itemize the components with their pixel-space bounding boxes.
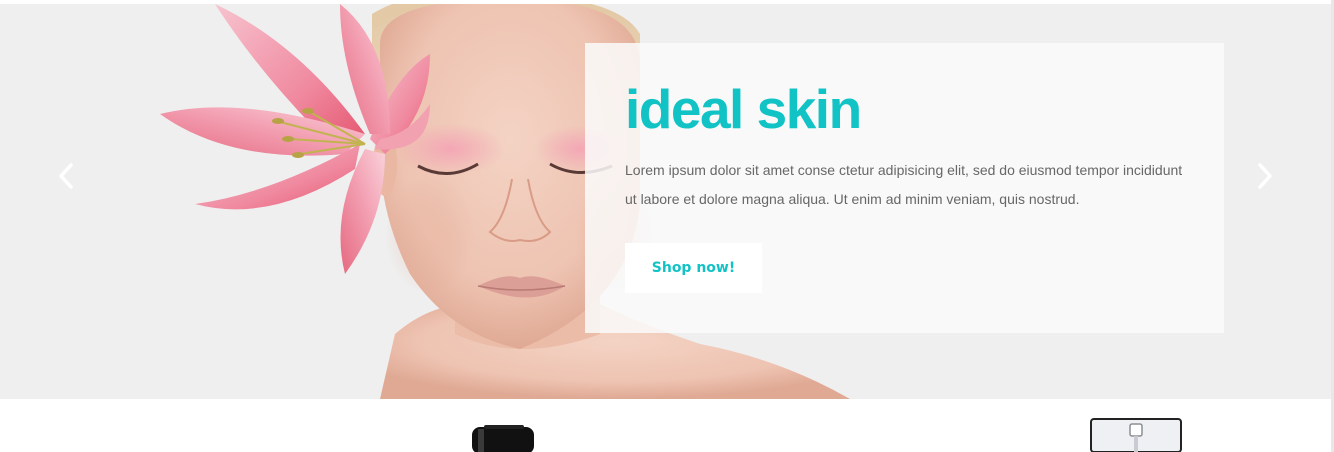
product-image[interactable]: [1090, 418, 1182, 452]
slide-description: Lorem ipsum dolor sit amet conse ctetur …: [625, 162, 1183, 207]
product-image[interactable]: [470, 425, 536, 452]
slide-caption: ideal skin Lorem ipsum dolor sit amet co…: [585, 43, 1224, 333]
hero-slider: ideal skin Lorem ipsum dolor sit amet co…: [0, 4, 1334, 399]
slide-title: ideal skin: [625, 78, 862, 140]
chevron-right-icon: [1258, 163, 1272, 189]
shop-now-button[interactable]: Shop now!: [625, 243, 762, 293]
page: ideal skin Lorem ipsum dolor sit amet co…: [0, 0, 1334, 452]
slider-next-button[interactable]: [1250, 159, 1280, 193]
chevron-left-icon: [59, 163, 73, 189]
slider-prev-button[interactable]: [51, 159, 81, 193]
product-strip: [0, 399, 1331, 452]
